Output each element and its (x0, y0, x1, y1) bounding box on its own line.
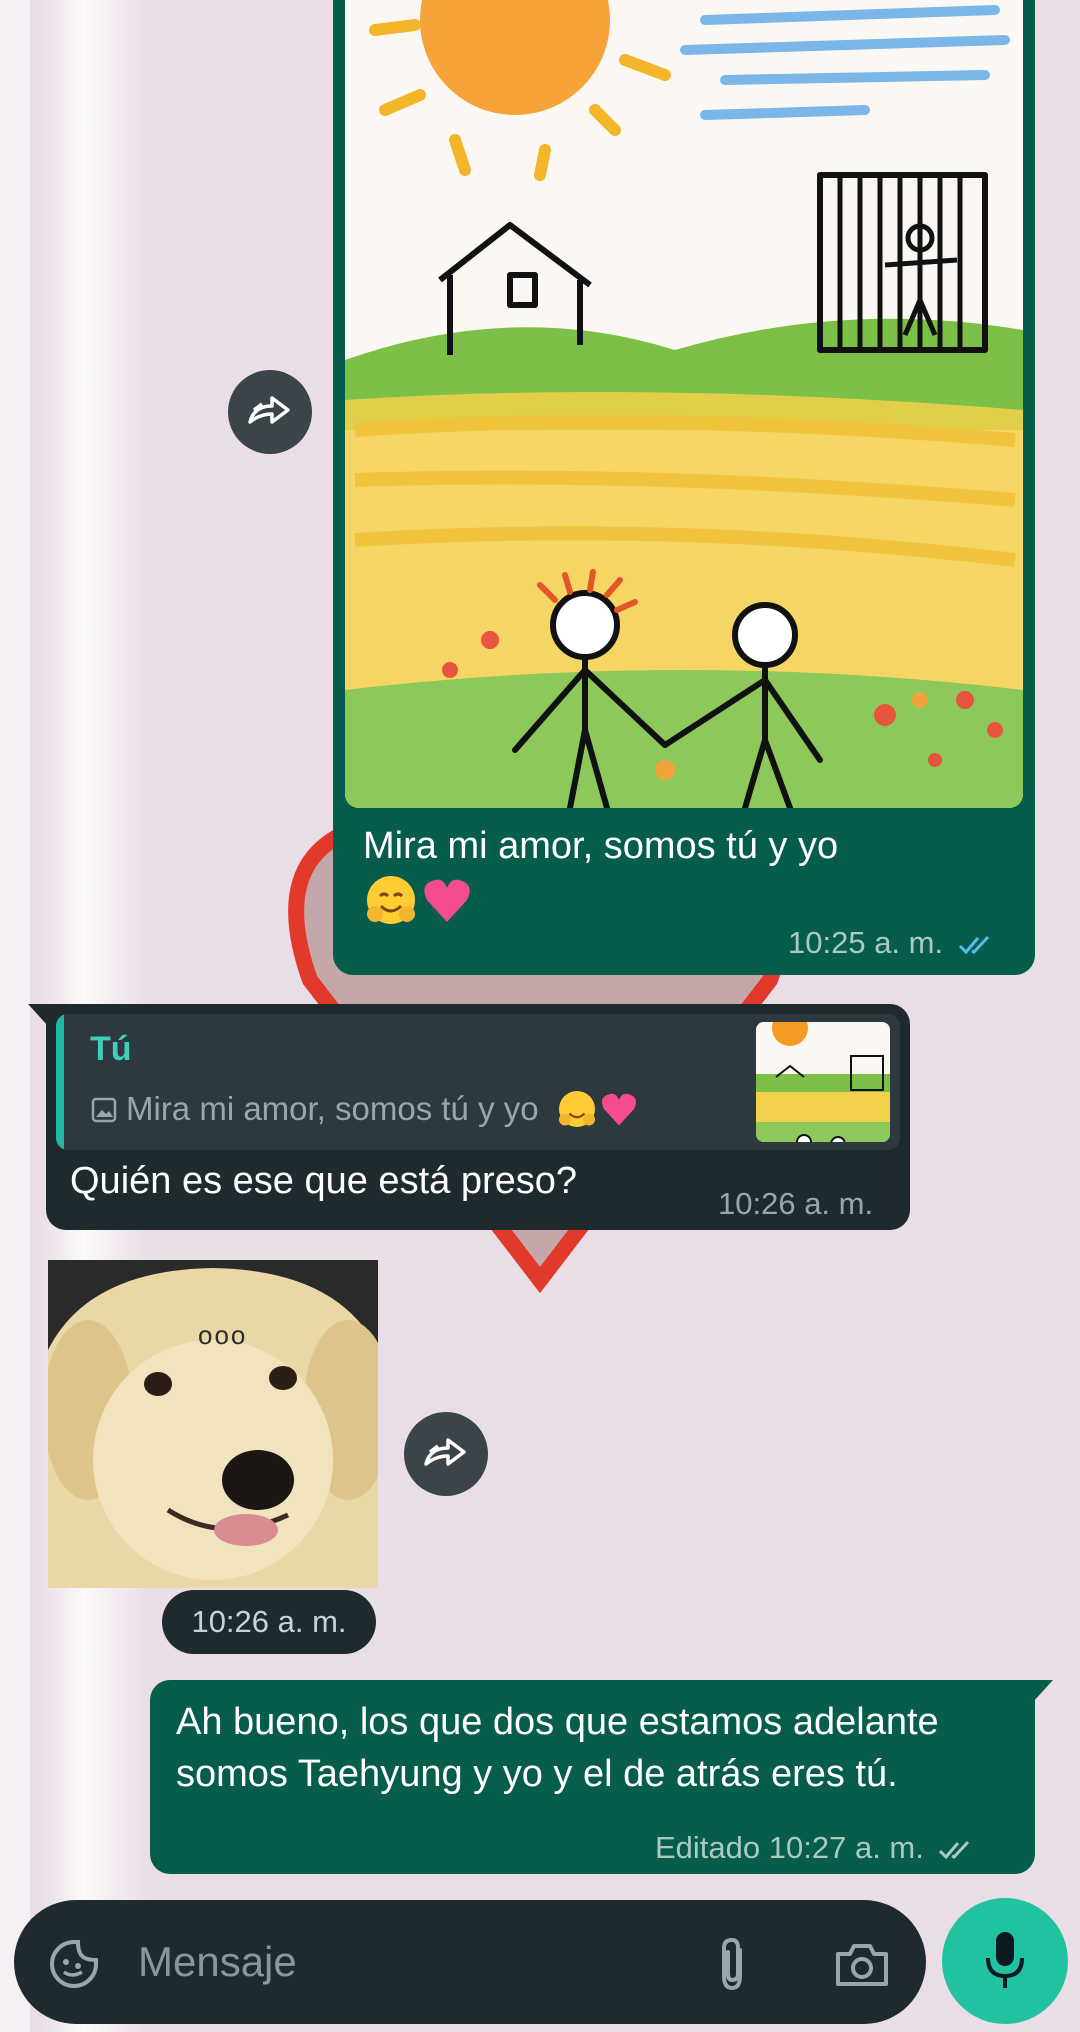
message-image[interactable] (345, 0, 1023, 808)
quoted-thumbnail (756, 1022, 890, 1142)
sticker-text: ooo (198, 1320, 248, 1350)
incoming-reply-message[interactable]: Tú Mira mi amor, somos tú y yo Quién es … (28, 1004, 910, 1230)
pink-heart-emoji (601, 1093, 636, 1126)
double-check-icon (958, 935, 989, 955)
forward-button[interactable] (404, 1412, 488, 1496)
message-text: Quién es ese que está preso? (70, 1160, 578, 1202)
outgoing-image-message[interactable]: Mira mi amor, somos tú y yo 10:25 a. m. (333, 0, 1035, 975)
pink-heart-emoji (424, 879, 470, 922)
message-composer[interactable]: Mensaje (14, 1900, 926, 2024)
quoted-message[interactable]: Tú Mira mi amor, somos tú y yo (56, 1014, 900, 1150)
outgoing-text-message[interactable]: Ah bueno, los que dos que estamos adelan… (150, 1680, 1053, 1874)
message-meta: Editado 10:27 a. m. (655, 1830, 976, 1866)
sticker-message[interactable]: ooo (48, 1260, 378, 1588)
camera-icon[interactable] (834, 1940, 890, 1988)
image-icon (91, 1097, 117, 1123)
message-time: 10:27 a. m. (768, 1830, 924, 1865)
hugging-face-emoji (558, 1091, 595, 1127)
forward-icon (248, 396, 290, 424)
voice-message-button[interactable] (942, 1898, 1068, 2024)
emoji-sticker-icon[interactable] (48, 1938, 100, 1990)
edited-label: Editado (655, 1830, 761, 1865)
attach-icon[interactable] (714, 1936, 750, 1992)
message-text: Ah bueno, los que dos que estamos adelan… (176, 1701, 939, 1795)
quoted-preview: Mira mi amor, somos tú y yo (90, 1088, 640, 1130)
hugging-face-emoji (367, 876, 415, 924)
quoted-author: Tú (90, 1030, 132, 1068)
mic-icon (986, 1932, 1024, 1988)
message-time: 10:25 a. m. (788, 925, 944, 960)
message-caption: Mira mi amor, somos tú y yo (363, 820, 983, 928)
forward-button[interactable] (228, 370, 312, 454)
sticker-time: 10:26 a. m. (162, 1590, 376, 1654)
message-time: 10:26 a. m. (718, 1186, 874, 1221)
double-check-icon (939, 1840, 970, 1860)
forward-icon (424, 1438, 466, 1466)
message-meta: 10:25 a. m. (788, 925, 996, 961)
message-input[interactable]: Mensaje (138, 1938, 297, 1986)
